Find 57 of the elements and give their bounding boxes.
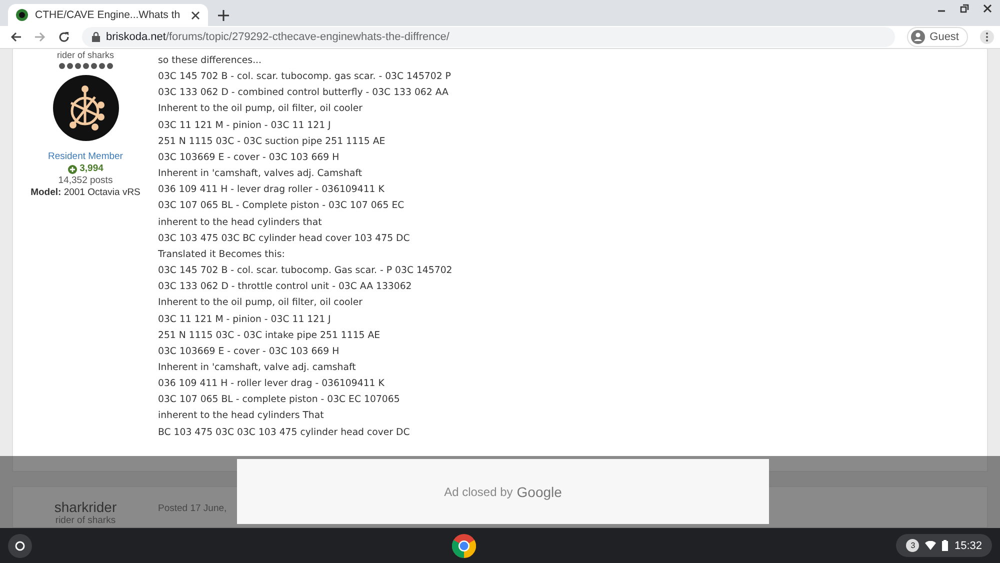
post-text: Translated it Becomes this: (158, 248, 286, 262)
post-text: inherent to the head cylinders That (158, 409, 325, 424)
menu-icon[interactable] (980, 30, 994, 44)
address-field[interactable]: briskoda.net/forums/topic/279292-cthecave-enginewhats-the-diffrence/ (82, 27, 895, 47)
post-text: 03C 11 121 M - pinion - 03C 11 121 J (158, 118, 332, 133)
launcher-icon[interactable] (8, 534, 32, 558)
restore-icon[interactable] (960, 4, 969, 13)
post-text: 036 109 411 H - roller lever drag - 036109411 K (158, 377, 386, 392)
close-icon[interactable] (191, 10, 200, 20)
post-text: Inherent to the oil pump, oil filter, oil cooler (158, 102, 364, 116)
member-title: rider of sharks (55, 514, 116, 527)
member-model: Model: 2001 Octavia vRS (30, 187, 140, 199)
person-icon (910, 30, 925, 44)
post-text: 03C 133 062 D - combined control butterfly - 03C 133 062 AA (158, 86, 450, 100)
member-group: Resident Member (48, 151, 123, 163)
wifi-icon (925, 541, 936, 550)
member-title: rider of sharks (56, 49, 114, 61)
post-text: 03C 107 065 BL - Complete piston - 03C 107 065 EC (158, 199, 406, 214)
post-text: 03C 103669 E - cover - 03C 103 669 H (158, 150, 340, 165)
post-text: Inherent in 'camshaft, valves adj. Camshaft (158, 167, 364, 182)
tab-title: CTHE/CAVE Engine...Whats th (35, 9, 182, 21)
post-text: 036 109 411 H - lever drag roller - 036109411 K (158, 183, 386, 198)
notification-badge: 3 (906, 539, 920, 552)
reputation-badge: 3,994 (68, 163, 104, 175)
post-text: so these differences... (158, 54, 263, 68)
clock-time: 15:32 (954, 540, 982, 552)
post-date: Posted 17 June, (158, 502, 227, 515)
rank-pips (58, 63, 112, 69)
post-text: 03C 107 065 BL - complete piston - 03C EC 107065 (158, 393, 401, 408)
browser-icon[interactable] (452, 534, 476, 558)
post-text: Inherent in 'camshaft, valve adj. camshaft (158, 360, 357, 375)
post-text: 03C 133 062 D - throttle control unit - 03C AA 133062 (158, 280, 413, 294)
avatar (52, 75, 118, 141)
lock-icon (92, 32, 100, 42)
post-count: 14,352 posts (58, 175, 113, 187)
ad-text: Ad closed by (444, 484, 513, 498)
battery-icon (942, 540, 948, 551)
back-icon[interactable] (10, 31, 22, 43)
author-name: sharkrider (54, 498, 117, 515)
post-text: 03C 103669 E - cover - 03C 103 669 H (158, 344, 340, 359)
browser-tab[interactable]: CTHE/CAVE Engine...Whats th (8, 4, 208, 26)
profile-button[interactable]: Guest (906, 27, 968, 47)
new-tab-icon[interactable] (218, 10, 229, 21)
site-icon (16, 9, 28, 21)
ad-brand: Google (516, 484, 562, 500)
post-text: 03C 145 702 B - col. scar. tubocomp. Gas scar. - P 03C 145702 (158, 264, 452, 278)
close-icon[interactable] (983, 4, 992, 13)
post-text: 03C 103 475 03C BC cylinder head cover 103 475 DC (158, 232, 411, 246)
status-tray[interactable]: 3 15:32 (896, 534, 992, 557)
post-text: Inherent to the oil pump, oil filter, oil cooler (158, 296, 364, 310)
post-text: 03C 11 121 M - pinion - 03C 11 121 J (158, 312, 332, 326)
post-text: 03C 145 702 B - col. scar. tubocomp. gas scar. - 03C 145702 P (158, 70, 452, 84)
post-text: 251 N 1115 03C - 03C suction pipe 251 1115 AE (158, 134, 386, 149)
post-text: 251 N 1115 03C - 03C intake pipe 251 1115 AE (158, 328, 382, 343)
reload-icon[interactable] (58, 31, 70, 43)
post-text: BC 103 475 03C 03C 103 475 cylinder head cover DC (158, 426, 411, 440)
post-text: inherent to the head cylinders that (158, 216, 323, 230)
